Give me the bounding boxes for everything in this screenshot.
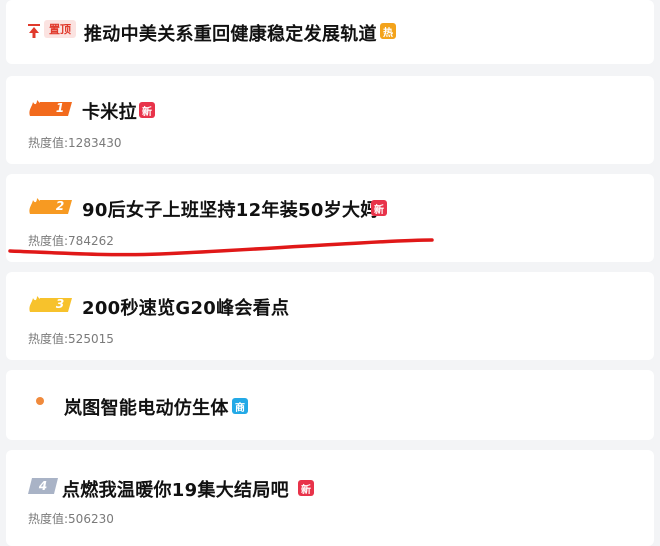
- heat-value: 热度值:506230: [28, 510, 114, 527]
- trending-item-2[interactable]: 2 90后女子上班坚持12年装50岁大妈 新 热度值:784262: [6, 174, 654, 262]
- rank-number: 3: [55, 297, 65, 311]
- trending-item-3[interactable]: 3 200秒速览G20峰会看点 热度值:525015: [6, 272, 654, 360]
- new-badge: 新: [298, 480, 314, 496]
- heat-label: 热度值:: [28, 234, 69, 248]
- new-badge: 新: [139, 102, 155, 118]
- new-badge: 新: [371, 200, 387, 216]
- item-title[interactable]: 200秒速览G20峰会看点: [82, 294, 289, 320]
- rank-number: 1: [55, 101, 65, 115]
- pinned-tag: 置顶: [44, 20, 76, 38]
- trending-item-4[interactable]: 4 点燃我温暖你19集大结局吧 新 热度值:506230: [6, 450, 654, 546]
- heat-number: 525015: [68, 332, 114, 346]
- heat-value: 热度值:1283430: [28, 134, 122, 151]
- heat-value: 热度值:784262: [28, 232, 114, 249]
- rank-badge-3: 3: [28, 294, 72, 314]
- trending-item-1[interactable]: 1 卡米拉 新 热度值:1283430: [6, 76, 654, 164]
- heat-label: 热度值:: [28, 136, 69, 150]
- heat-label: 热度值:: [28, 332, 69, 346]
- item-title[interactable]: 点燃我温暖你19集大结局吧: [62, 476, 289, 502]
- heat-number: 784262: [68, 234, 114, 248]
- rank-number: 4: [38, 479, 48, 493]
- pin-arrow-icon: [28, 23, 40, 42]
- item-title[interactable]: 90后女子上班坚持12年装50岁大妈: [82, 196, 379, 222]
- heat-number: 1283430: [68, 136, 122, 150]
- heat-label: 热度值:: [28, 512, 69, 526]
- heat-number: 506230: [68, 512, 114, 526]
- item-title[interactable]: 岚图智能电动仿生体: [64, 394, 229, 420]
- item-title[interactable]: 卡米拉: [82, 98, 137, 124]
- pinned-topic-card[interactable]: 置顶 推动中美关系重回健康稳定发展轨道 热: [6, 0, 654, 64]
- promoted-item[interactable]: 岚图智能电动仿生体 商: [6, 370, 654, 440]
- rank-badge-2: 2: [28, 196, 72, 216]
- rank-number: 2: [55, 199, 65, 213]
- rank-badge-1: 1: [28, 98, 72, 118]
- pinned-topic-title[interactable]: 推动中美关系重回健康稳定发展轨道: [84, 20, 377, 46]
- hot-badge: 热: [380, 23, 396, 39]
- ad-badge: 商: [232, 398, 248, 414]
- bullet-dot: [36, 397, 44, 405]
- heat-value: 热度值:525015: [28, 330, 114, 347]
